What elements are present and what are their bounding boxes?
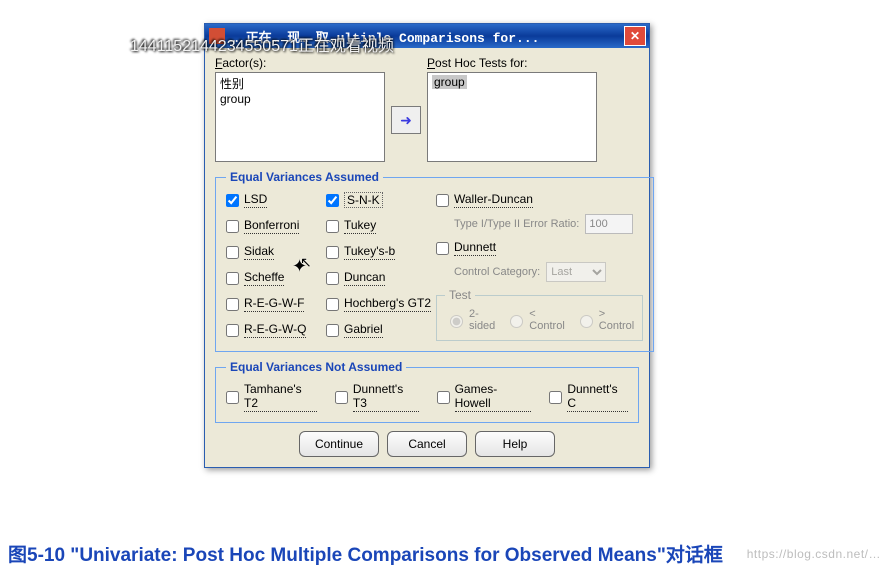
games-howell-checkbox[interactable]: Games-Howell bbox=[437, 382, 532, 412]
regwf-checkbox[interactable]: R-E-G-W-F bbox=[226, 296, 326, 312]
posthoc-dialog: … 正在… 现… 取…ultiple Comparisons for... ✕ … bbox=[204, 23, 650, 468]
help-button[interactable]: Help bbox=[475, 431, 555, 457]
waller-duncan-checkbox[interactable]: Waller-Duncan bbox=[436, 192, 643, 208]
factors-listbox[interactable]: 性别 group bbox=[215, 72, 385, 162]
posthoc-column: Post Hoc Tests for: group bbox=[427, 56, 597, 162]
posthoc-label: Post Hoc Tests for: bbox=[427, 56, 597, 70]
control-category-label: Control Category: bbox=[454, 266, 540, 278]
factor-transfer-row: Factor(s): 性别 group ➜ Post Hoc Tests for… bbox=[215, 56, 639, 162]
control-category-select: Last bbox=[546, 262, 606, 282]
app-icon bbox=[209, 28, 225, 44]
list-item[interactable]: 性别 bbox=[220, 75, 380, 92]
scheffe-checkbox[interactable]: Scheffe bbox=[226, 270, 326, 286]
sidak-checkbox[interactable]: Sidak bbox=[226, 244, 326, 260]
dunnett-t3-checkbox[interactable]: Dunnett's T3 bbox=[335, 382, 419, 412]
regwq-checkbox[interactable]: R-E-G-W-Q bbox=[226, 322, 326, 338]
dunnett-checkbox[interactable]: Dunnett bbox=[436, 240, 643, 256]
gabriel-checkbox[interactable]: Gabriel bbox=[326, 322, 436, 338]
equal-variances-legend: Equal Variances Assumed bbox=[226, 170, 383, 184]
factors-label: Factor(s): bbox=[215, 56, 385, 70]
not-assumed-group: Equal Variances Not Assumed Tamhane's T2… bbox=[215, 360, 639, 423]
cancel-button[interactable]: Cancel bbox=[387, 431, 467, 457]
list-item[interactable]: group bbox=[220, 92, 380, 106]
equal-variances-group: Equal Variances Assumed LSD Bonferroni S… bbox=[215, 170, 654, 352]
error-ratio-row: Type I/Type II Error Ratio: bbox=[436, 214, 643, 234]
move-right-button[interactable]: ➜ bbox=[391, 106, 421, 134]
button-row: Continue Cancel Help bbox=[215, 431, 639, 457]
control-category-row: Control Category: Last bbox=[436, 262, 643, 282]
duncan-checkbox[interactable]: Duncan bbox=[326, 270, 436, 286]
dunnett-c-checkbox[interactable]: Dunnett's C bbox=[549, 382, 628, 412]
window-title: … 正在… 现… 取…ultiple Comparisons for... bbox=[230, 27, 624, 46]
tamhane-checkbox[interactable]: Tamhane's T2 bbox=[226, 382, 317, 412]
error-ratio-input bbox=[585, 214, 633, 234]
tukeysb-checkbox[interactable]: Tukey's-b bbox=[326, 244, 436, 260]
error-ratio-label: Type I/Type II Error Ratio: bbox=[454, 218, 579, 230]
snk-checkbox[interactable]: S-N-K bbox=[326, 192, 436, 208]
test-legend: Test bbox=[445, 288, 475, 302]
continue-button[interactable]: Continue bbox=[299, 431, 379, 457]
tukey-checkbox[interactable]: Tukey bbox=[326, 218, 436, 234]
bonferroni-checkbox[interactable]: Bonferroni bbox=[226, 218, 326, 234]
factors-column: Factor(s): 性别 group bbox=[215, 56, 385, 162]
two-sided-radio: 2-sided bbox=[445, 308, 495, 332]
close-icon[interactable]: ✕ bbox=[624, 26, 646, 46]
titlebar[interactable]: … 正在… 现… 取…ultiple Comparisons for... ✕ bbox=[205, 24, 649, 48]
test-group: Test 2-sided < Control > Control bbox=[436, 288, 643, 341]
watermark: https://blog.csdn.net/… bbox=[747, 547, 881, 561]
not-assumed-legend: Equal Variances Not Assumed bbox=[226, 360, 406, 374]
lsd-checkbox[interactable]: LSD bbox=[226, 192, 326, 208]
dialog-body: Factor(s): 性别 group ➜ Post Hoc Tests for… bbox=[205, 48, 649, 467]
hochberg-checkbox[interactable]: Hochberg's GT2 bbox=[326, 296, 436, 312]
list-item[interactable]: group bbox=[432, 75, 467, 89]
gt-control-radio: > Control bbox=[575, 308, 634, 332]
lt-control-radio: < Control bbox=[505, 308, 564, 332]
posthoc-listbox[interactable]: group bbox=[427, 72, 597, 162]
arrow-right-icon: ➜ bbox=[400, 112, 412, 129]
